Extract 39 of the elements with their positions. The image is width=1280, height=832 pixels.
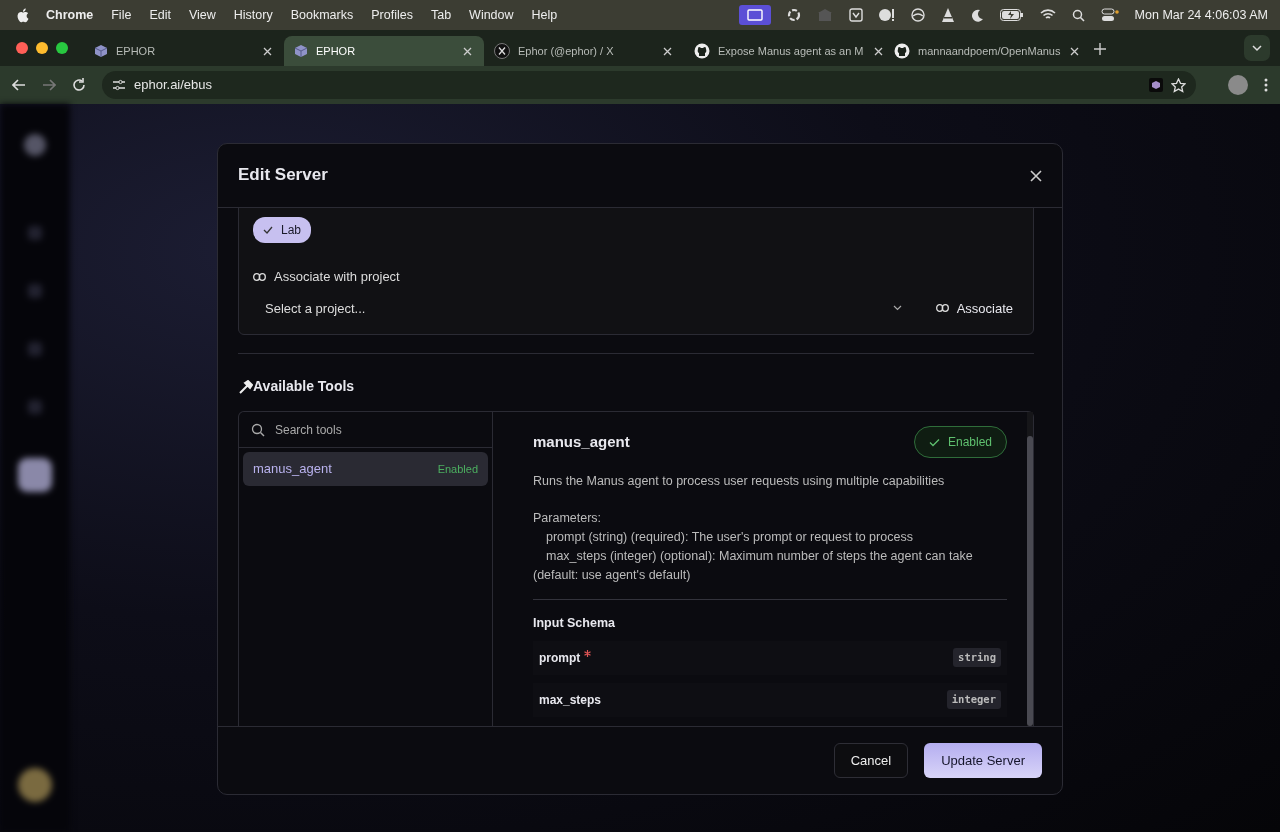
menu-item[interactable]: Bookmarks	[281, 5, 363, 25]
tool-description: Runs the Manus agent to process user requests using multiple capabilities	[533, 473, 946, 490]
field-name: prompt	[539, 649, 581, 667]
modal-title: Edit Server	[238, 165, 328, 186]
search-input[interactable]: Search tools	[273, 419, 480, 440]
update-server-button[interactable]: Update Server	[924, 742, 1042, 779]
menu-item[interactable]: Tab	[421, 5, 461, 25]
browser-tab[interactable]: EPHOR	[284, 36, 484, 66]
menubar-clock[interactable]: Mon Mar 24 4:06:03 AM	[1134, 5, 1268, 25]
menu-item[interactable]: Edit	[140, 5, 180, 25]
field-label: Associate with project	[274, 268, 400, 286]
menu-item[interactable]: Window	[460, 5, 523, 25]
associate-button[interactable]: Associate	[929, 297, 1019, 319]
type-tag: string	[953, 647, 1001, 668]
enabled-toggle[interactable]: Enabled	[913, 426, 1007, 458]
menu-item[interactable]: Help	[522, 5, 567, 25]
tag-chip[interactable]: Lab	[253, 217, 312, 243]
field-name: max_steps	[539, 691, 602, 709]
parameter-text: prompt (string) (required): The user's prompt or request to process	[545, 528, 914, 546]
tool-list-item[interactable]: manus_agent Enabled	[243, 452, 488, 486]
parameter-text: max_steps (integer) (optional): Maximum number of steps the agent can take (default: use agent's default)	[533, 547, 974, 584]
browser-tab[interactable]: Expose Manus agent as an M	[684, 36, 884, 66]
menu-item[interactable]: Profiles	[362, 5, 422, 25]
menu-item[interactable]: File	[102, 5, 141, 25]
app-menu[interactable]: Chrome	[37, 5, 103, 25]
section-heading: Available Tools	[253, 377, 355, 396]
cancel-button[interactable]: Cancel	[833, 742, 909, 779]
tool-name: manus_agent	[533, 433, 630, 451]
browser-tab[interactable]: mannaandpoem/OpenManus	[884, 36, 1084, 66]
project-select[interactable]: Select a project...	[253, 294, 914, 322]
search-field[interactable]: Search tools	[239, 412, 492, 448]
address-field[interactable]: ephor.ai/ebus	[102, 71, 1196, 99]
type-tag: integer	[946, 689, 1001, 710]
schema-heading: Input Schema	[533, 614, 616, 632]
menu-item[interactable]: View	[179, 5, 225, 25]
browser-tab[interactable]: Ephor (@ephor) / X	[484, 36, 684, 66]
parameters-heading: Parameters:	[533, 509, 603, 527]
browser-tab[interactable]: EPHOR	[84, 36, 284, 66]
menu-item[interactable]: History	[224, 5, 282, 25]
